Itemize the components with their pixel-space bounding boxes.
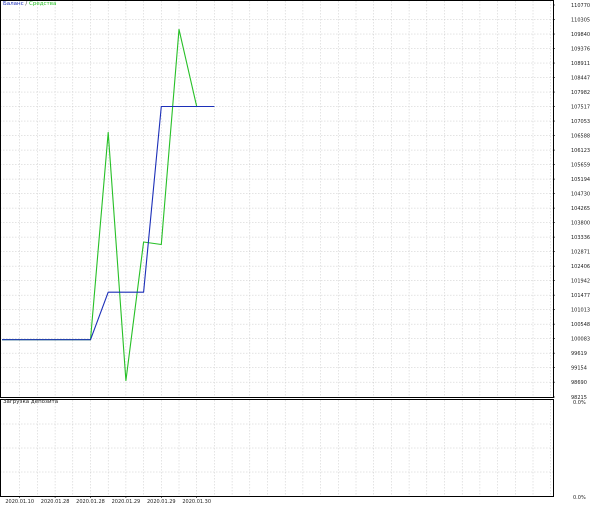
y-tick-label: 107982 [571, 90, 590, 96]
y-tick-label: 101942 [571, 278, 590, 284]
subpanel-y-tick-bottom: 0.0% [573, 495, 586, 501]
y-tick-label: 110305 [571, 17, 590, 23]
subpanel-y-axis: 0.0% 0.0% [573, 400, 586, 501]
subpanel-y-tick-top: 0.0% [573, 400, 586, 406]
grid [0, 1, 553, 496]
y-tick-label: 106123 [571, 148, 590, 154]
x-axis: 2020.01.10 2020.01.28 2020.01.28 2020.01.29… [5, 496, 211, 505]
chart-legend: Баланс / Средства [3, 1, 56, 8]
x-tick-label: 2020.01.30 [182, 499, 211, 505]
y-tick-label: 104265 [571, 206, 590, 212]
y-tick-label: 105194 [571, 177, 590, 183]
y-tick-label: 102406 [571, 264, 590, 270]
y-tick-label: 102871 [571, 249, 590, 255]
y-tick-label: 110770 [571, 3, 590, 9]
y-tick-label: 101013 [571, 307, 590, 313]
legend-balance: Баланс [3, 1, 24, 7]
y-tick-label: 108911 [571, 61, 590, 67]
y-tick-label: 103336 [571, 235, 590, 241]
y-tick-label: 99619 [571, 351, 587, 357]
x-tick-label: 2020.01.28 [41, 499, 70, 505]
y-tick-label: 104730 [571, 191, 590, 197]
y-tick-label: 107517 [571, 104, 590, 110]
x-tick-label: 2020.01.29 [147, 499, 176, 505]
chart-frames [0, 0, 554, 497]
x-tick-label: 2020.01.29 [112, 499, 141, 505]
y-tick-label: 100083 [571, 336, 590, 342]
y-tick-label: 109840 [571, 32, 590, 38]
x-tick-label: 2020.01.10 [5, 499, 34, 505]
subpanel-title: Загрузка депозита [3, 399, 59, 405]
main-panel-frame [0, 0, 554, 398]
y-tick-label: 99154 [571, 365, 587, 371]
y-tick-label: 100548 [571, 322, 590, 328]
y-tick-label: 105659 [571, 162, 590, 168]
y-tick-label: 103800 [571, 220, 590, 226]
y-tick-label: 106588 [571, 133, 590, 139]
legend-equity: Средства [29, 1, 57, 7]
y-tick-label: 109376 [571, 46, 590, 52]
y-tick-label: 101477 [571, 293, 590, 299]
legend-separator: / [25, 1, 28, 7]
y-tick-label: 98690 [571, 380, 587, 386]
chart-canvas: 110770 110305 109840 109376 108911 108447 1079… [0, 0, 590, 505]
y-tick-label: 108447 [571, 75, 590, 81]
x-tick-label: 2020.01.28 [76, 499, 105, 505]
y-tick-label: 107053 [571, 119, 590, 125]
y-axis: 110770 110305 109840 109376 108911 108447 1079… [553, 3, 590, 401]
